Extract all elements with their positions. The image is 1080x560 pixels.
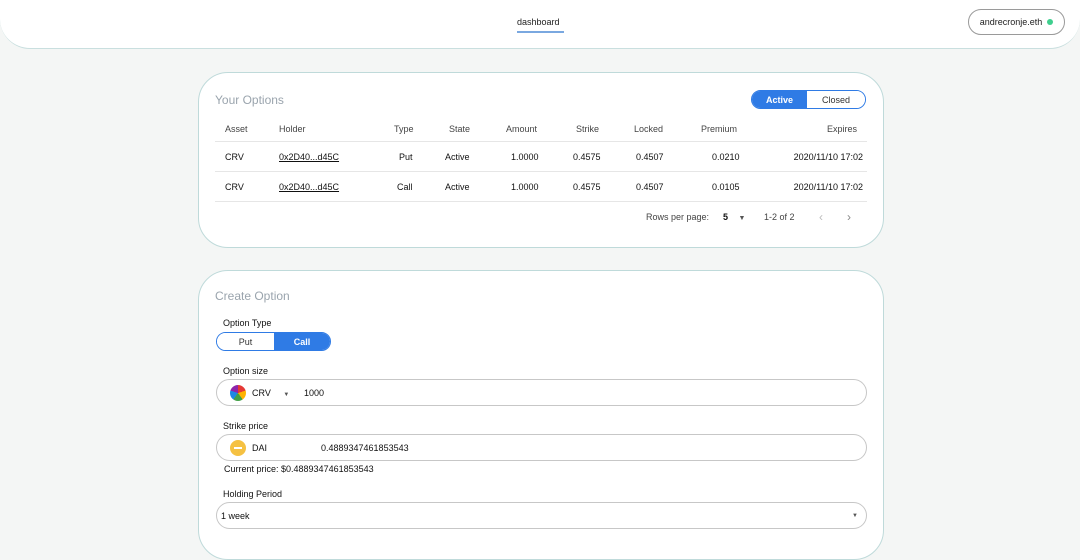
cell-premium: 0.0105 bbox=[712, 181, 740, 192]
caret-down-icon: ▼ bbox=[852, 512, 858, 519]
cell-strike: 0.4575 bbox=[573, 181, 601, 192]
chevron-left-icon[interactable]: ‹ bbox=[819, 210, 823, 224]
caret-down-icon: ▼ bbox=[283, 391, 290, 398]
crv-token-icon bbox=[230, 385, 246, 401]
cell-state: Active bbox=[445, 151, 470, 162]
column-header-strike[interactable]: Strike bbox=[576, 124, 599, 134]
strike-price-asset[interactable]: DAI bbox=[252, 443, 267, 453]
holding-period-select[interactable]: 1 week ▼ bbox=[216, 502, 867, 529]
option-type-put-button[interactable]: Put bbox=[217, 333, 274, 350]
caret-down-icon: ▼ bbox=[738, 214, 746, 222]
rows-per-page-label: Rows per page: bbox=[646, 211, 710, 222]
account-button[interactable]: andrecronje.eth bbox=[968, 9, 1065, 35]
table-row[interactable]: CRV 0x2D40...d45C Call Active 1.0000 0.4… bbox=[215, 171, 867, 201]
filter-active-button[interactable]: Active bbox=[752, 91, 808, 108]
strike-price-input[interactable]: 0.4889347461853543 bbox=[321, 443, 409, 453]
column-header-state[interactable]: State bbox=[449, 124, 470, 134]
current-price-text: Current price: $0.4889347461853543 bbox=[224, 464, 374, 474]
filter-closed-button[interactable]: Closed bbox=[807, 91, 865, 108]
cell-strike: 0.4575 bbox=[573, 151, 601, 162]
option-size-label: Option size bbox=[223, 366, 269, 376]
cell-premium: 0.0210 bbox=[712, 151, 740, 162]
cell-holder-link[interactable]: 0x2D40...d45C bbox=[279, 182, 339, 192]
cell-asset: CRV bbox=[225, 181, 244, 192]
cell-locked: 0.4507 bbox=[636, 151, 664, 162]
cell-expires: 2020/11/10 17:02 bbox=[793, 181, 863, 192]
column-header-premium[interactable]: Premium bbox=[701, 124, 737, 134]
cell-asset: CRV bbox=[225, 151, 244, 162]
column-header-type[interactable]: Type bbox=[394, 124, 414, 134]
table-row[interactable]: CRV 0x2D40...d45C Put Active 1.0000 0.45… bbox=[215, 141, 867, 171]
nav-tab-indicator bbox=[517, 31, 564, 33]
strike-price-label: Strike price bbox=[223, 421, 269, 431]
pagination-range: 1-2 of 2 bbox=[764, 211, 795, 222]
column-header-amount[interactable]: Amount bbox=[506, 124, 537, 134]
option-size-field: CRV ▼ 1000 bbox=[216, 379, 867, 406]
top-bar: dashboard andrecronje.eth bbox=[0, 0, 1080, 49]
option-size-asset: CRV bbox=[252, 387, 271, 398]
cell-holder-link[interactable]: 0x2D40...d45C bbox=[279, 152, 339, 162]
column-header-locked[interactable]: Locked bbox=[634, 124, 663, 134]
table-pagination: Rows per page: 5 ▼ 1-2 of 2 ‹ › bbox=[215, 201, 867, 231]
column-header-expires[interactable]: Expires bbox=[827, 124, 857, 134]
cell-amount: 1.0000 bbox=[511, 181, 539, 192]
rows-per-page-value: 5 bbox=[723, 211, 729, 222]
chevron-right-icon[interactable]: › bbox=[847, 210, 851, 224]
cell-locked: 0.4507 bbox=[636, 181, 664, 192]
column-header-asset[interactable]: Asset bbox=[225, 124, 248, 134]
your-options-card: Your Options Active Closed Asset Holder … bbox=[198, 72, 884, 248]
option-type-toggle: Put Call bbox=[216, 332, 331, 351]
options-filter-toggle: Active Closed bbox=[751, 90, 866, 109]
create-option-title: Create Option bbox=[215, 289, 290, 303]
cell-amount: 1.0000 bbox=[511, 151, 539, 162]
connected-status-icon bbox=[1047, 19, 1054, 25]
strike-price-field: DAI 0.4889347461853543 bbox=[216, 434, 867, 461]
cell-type: Put bbox=[399, 151, 413, 162]
nav-tab-dashboard[interactable]: dashboard bbox=[517, 17, 560, 27]
option-type-call-button[interactable]: Call bbox=[273, 333, 330, 350]
column-header-holder[interactable]: Holder bbox=[279, 124, 306, 134]
cell-state: Active bbox=[445, 181, 470, 192]
dai-token-icon bbox=[230, 440, 246, 456]
holding-period-label: Holding Period bbox=[223, 489, 283, 499]
option-type-label: Option Type bbox=[223, 318, 272, 328]
account-name: andrecronje.eth bbox=[979, 17, 1043, 27]
create-option-card: Create Option Option Type Put Call Optio… bbox=[198, 270, 884, 560]
options-table-header: Asset Holder Type State Amount Strike Lo… bbox=[215, 119, 867, 139]
option-size-input[interactable]: 1000 bbox=[304, 388, 324, 398]
your-options-title: Your Options bbox=[215, 93, 284, 107]
cell-type: Call bbox=[397, 181, 413, 192]
option-size-asset-select[interactable]: CRV ▼ bbox=[252, 388, 289, 398]
rows-per-page-select[interactable]: 5 ▼ bbox=[723, 212, 745, 222]
cell-expires: 2020/11/10 17:02 bbox=[793, 151, 863, 162]
holding-period-value: 1 week bbox=[221, 510, 250, 521]
